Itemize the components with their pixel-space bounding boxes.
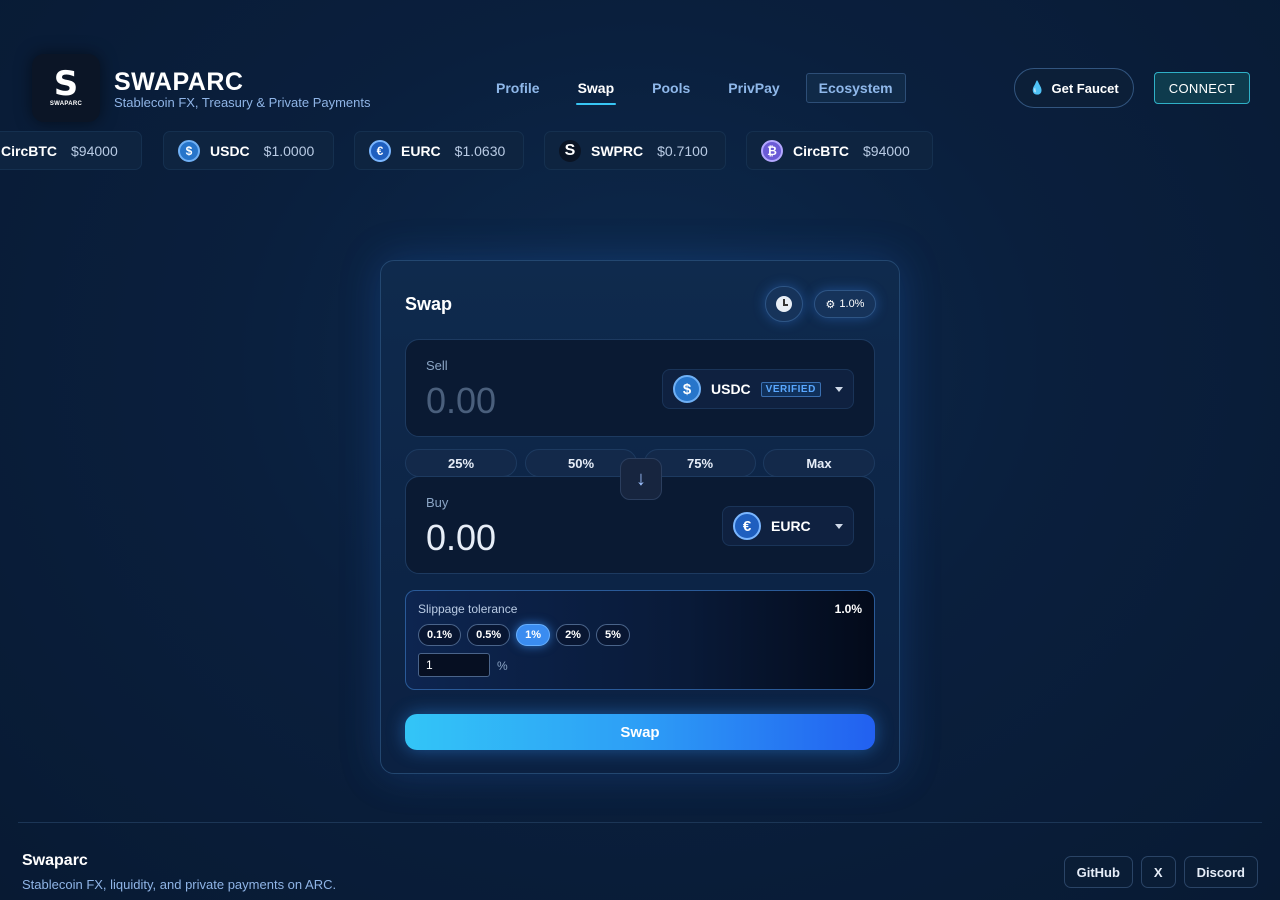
ticker-item-circbtc: CircBTC $94000 [0,131,142,170]
swprc-icon: S [559,139,581,162]
slippage-option-selected[interactable]: 1% [516,624,551,646]
clock-icon [776,296,792,312]
nav-item-pools[interactable]: Pools [640,74,702,102]
ticker-symbol: USDC [210,142,250,159]
buy-token-select[interactable]: € EURC [722,506,854,546]
chevron-down-icon [834,386,843,392]
verified-badge: VERIFIED [760,381,821,397]
slippage-option[interactable]: 5% [595,624,630,646]
ticker-item-eurc: € EURC $1.0630 [354,131,524,170]
footer-links: GitHub X Discord [1063,856,1258,888]
usdc-icon: $ [673,375,701,403]
main-nav: Profile Swap Pools PrivPay Ecosystem [484,73,920,105]
nav-item-swap[interactable]: Swap [566,74,627,105]
swap-card-title: Swap [405,294,453,314]
footer-divider [18,822,1262,823]
slippage-chip-value: 1.0% [839,298,865,310]
nav-item-privpay[interactable]: PrivPay [716,74,791,102]
nav-item-ecosystem[interactable]: Ecosystem [805,73,906,103]
slippage-option[interactable]: 2% [556,624,590,646]
ticker-symbol: CircBTC [1,142,58,159]
brand-title: SWAPARC [114,68,244,96]
logo[interactable]: S SWAPARC [32,54,100,122]
ticker-item-swprc: S SWPRC $0.7100 [544,131,726,170]
buy-amount-input[interactable] [426,515,646,561]
buy-label: Buy [426,495,449,510]
max-button[interactable]: Max [763,449,875,477]
sell-label: Sell [426,358,448,373]
x-link[interactable]: X [1140,856,1176,888]
footer-title: Swaparc [22,852,88,869]
swap-card: Swap ⚙ 1.0% Sell $ USDC VERIFIED 25% 50%… [380,260,900,774]
ticker-price: $94000 [71,142,118,159]
connect-button[interactable]: CONNECT [1154,72,1250,104]
chevron-down-icon [834,523,843,529]
bitcoin-icon: ₿ [761,139,783,162]
eurc-icon: € [733,512,761,540]
ticker-symbol: SWPRC [591,142,644,159]
slippage-panel: Slippage tolerance 1.0% 0.1% 0.5% 1% 2% … [405,590,875,690]
get-faucet-label: Get Faucet [1051,80,1119,96]
arrow-down-icon: ↓ [636,467,646,490]
history-button[interactable] [765,286,803,322]
gear-icon: ⚙ [825,298,836,311]
buy-token-symbol: EURC [771,518,811,534]
ticker-symbol: CircBTC [793,142,850,159]
ticker-item-circbtc: ₿ CircBTC $94000 [746,131,933,170]
slippage-title: Slippage tolerance [418,602,518,616]
logo-letter: S [53,64,79,104]
ticker-symbol: EURC [401,142,441,159]
ticker-price: $1.0630 [454,142,506,159]
slippage-options: 0.1% 0.5% 1% 2% 5% [418,624,630,646]
slippage-value: 1.0% [834,602,862,616]
discord-link[interactable]: Discord [1183,856,1258,888]
slippage-settings-button[interactable]: ⚙ 1.0% [814,290,876,318]
custom-slippage-input[interactable] [418,653,490,677]
slippage-option[interactable]: 0.1% [418,624,462,646]
ticker-price: $1.0000 [263,142,315,159]
github-link[interactable]: GitHub [1063,856,1133,888]
logo-wordmark: SWAPARC [49,101,83,107]
sell-token-symbol: USDC [711,381,751,397]
percent-25-button[interactable]: 25% [405,449,517,477]
sell-amount-input[interactable] [426,378,646,424]
swap-submit-button[interactable]: Swap [405,714,875,750]
ticker-item-usdc: $ USDC $1.0000 [163,131,334,170]
eurc-icon: € [369,139,391,162]
get-faucet-button[interactable]: 💧 Get Faucet [1014,68,1134,108]
sell-panel: Sell $ USDC VERIFIED [405,339,875,437]
footer-subtitle: Stablecoin FX, liquidity, and private pa… [22,877,337,892]
flip-direction-button[interactable]: ↓ [620,458,662,500]
slippage-unit: % [497,659,508,673]
nav-item-profile[interactable]: Profile [484,74,552,102]
brand-subtitle: Stablecoin FX, Treasury & Private Paymen… [114,95,371,110]
droplet-icon: 💧 [1029,80,1046,95]
usdc-icon: $ [178,139,200,162]
ticker-price: $94000 [863,142,910,159]
slippage-option[interactable]: 0.5% [467,624,511,646]
sell-token-select[interactable]: $ USDC VERIFIED [662,369,854,409]
ticker-price: $0.7100 [657,142,708,159]
